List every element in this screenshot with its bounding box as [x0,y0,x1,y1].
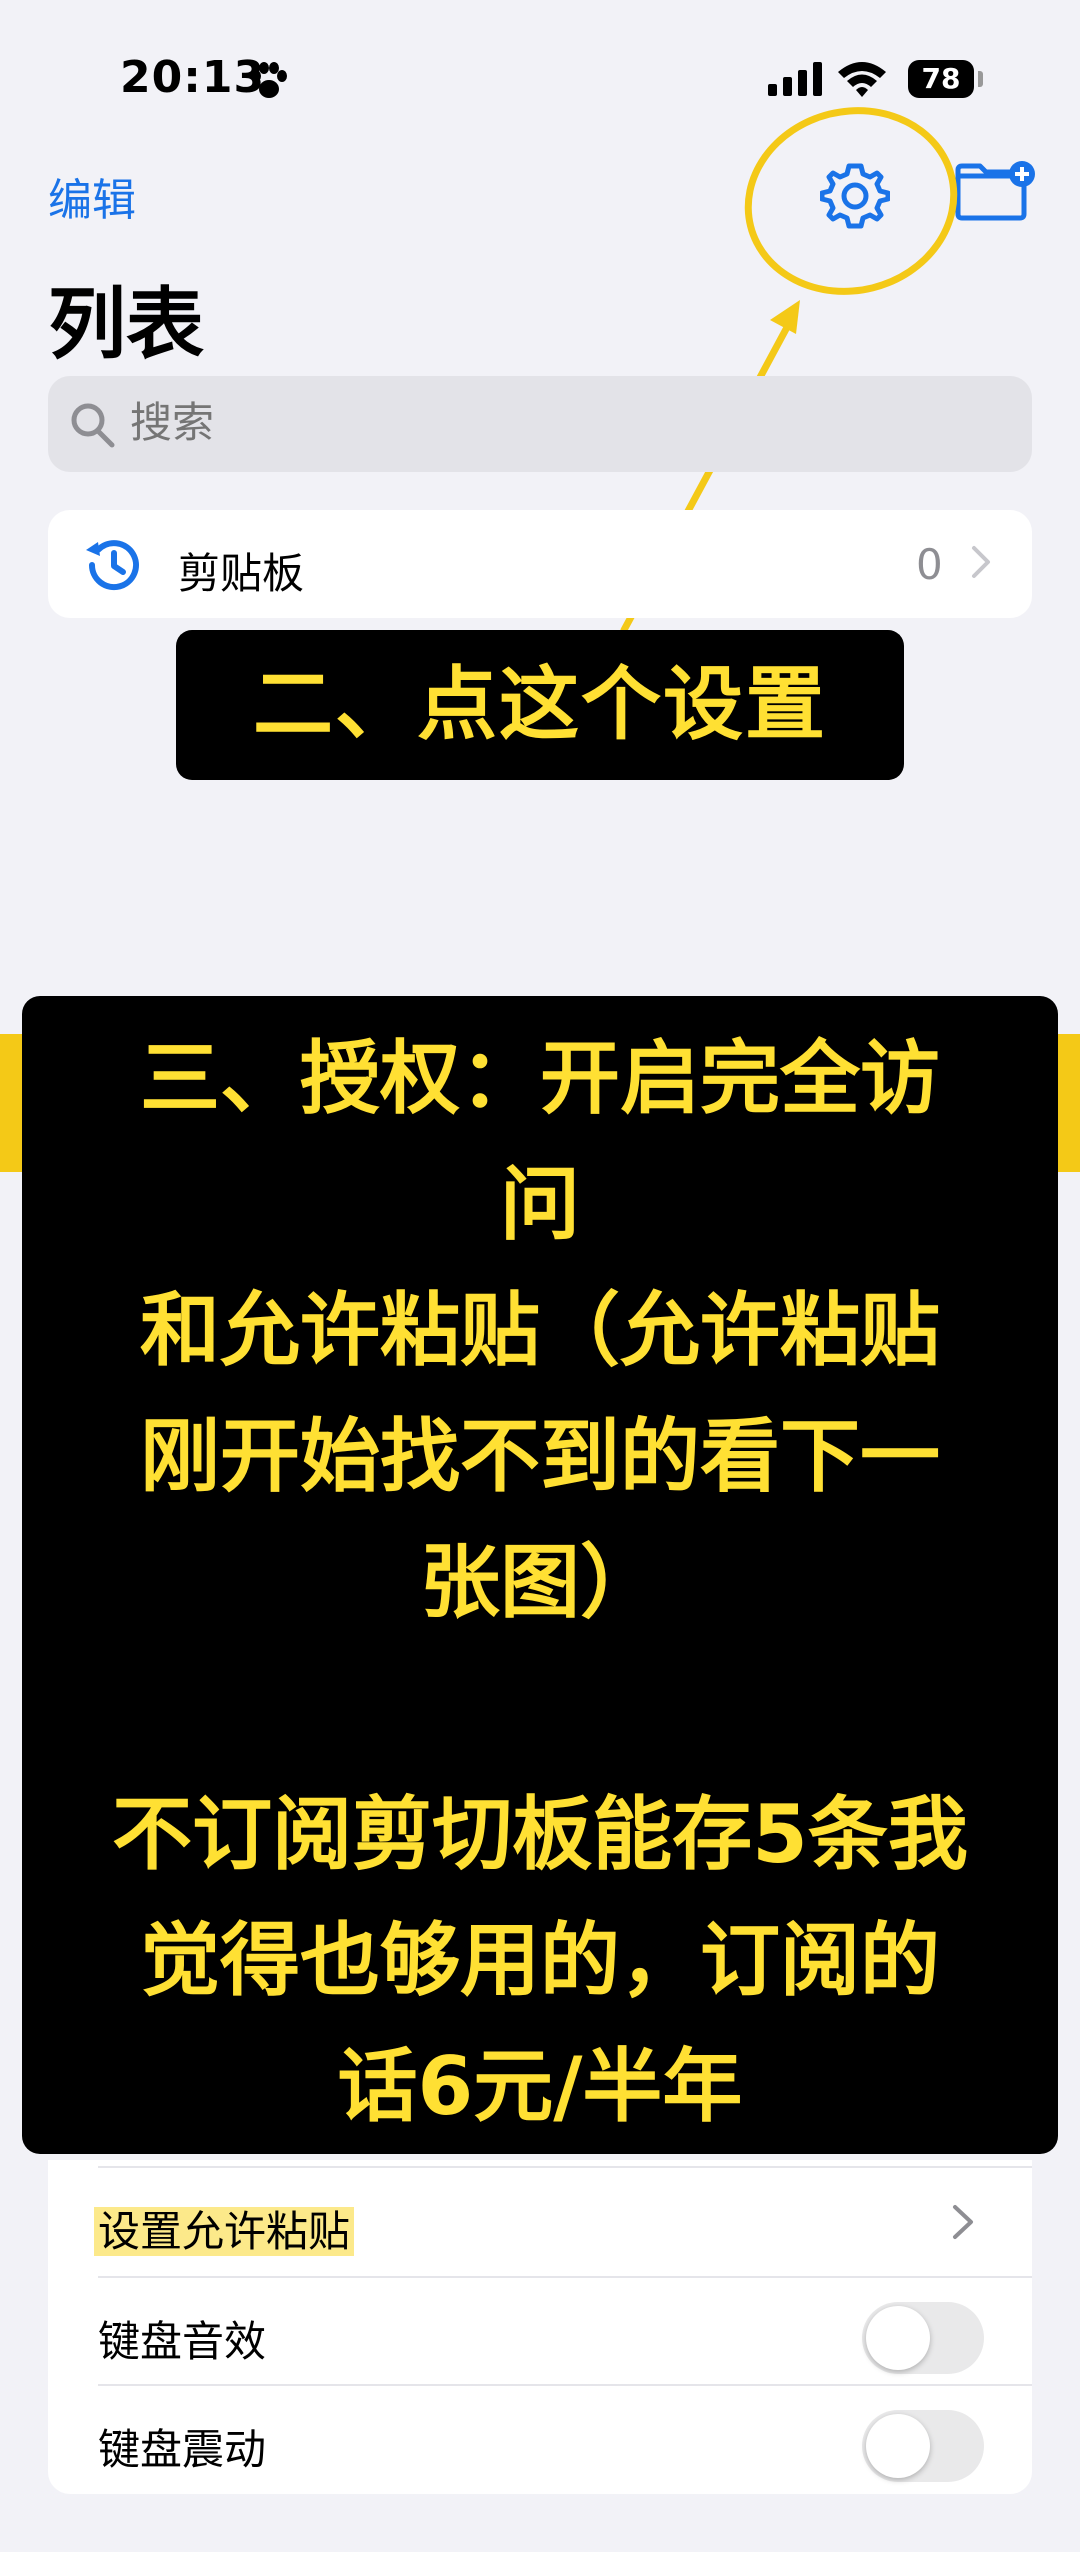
search-bar[interactable] [48,376,1032,472]
signal-icon [768,62,822,96]
highlight-strip-right [1058,1034,1080,1172]
setting-allow-paste[interactable]: 设置允许粘贴 [48,2168,1032,2276]
annotation-step3: 三、授权：开启完全访 问 和允许粘贴（允许粘贴 刚开始找不到的看下一 张图） 不… [22,996,1058,2154]
annotation-line: 话6元/半年 [337,2040,743,2133]
chevron-right-icon [972,546,990,578]
search-icon [71,403,115,448]
folder-add-icon[interactable] [954,160,1038,222]
list-item-count: 0 [916,540,943,589]
annotation-line: 三、授权：开启完全访 [140,1032,940,1125]
setting-label: 键盘音效 [98,2317,267,2366]
history-icon [86,540,139,591]
chevron-right-icon [953,2205,973,2239]
toggle-knob [866,2306,930,2370]
highlight-strip-left [0,1034,22,1172]
battery-tip [978,71,983,87]
toggle-knob [866,2414,930,2478]
annotation-line: 觉得也够用的，订阅的 [140,1914,940,2007]
keyboard-sound-toggle[interactable] [862,2302,984,2374]
status-time: 20:13 [120,52,266,103]
page-title: 列表 [48,280,205,370]
annotation-line: 问 [500,1158,580,1251]
setting-label: 设置允许粘贴 [94,2207,355,2256]
paw-icon [251,62,287,98]
annotation-step2: 二、点这个设置 [176,630,904,780]
battery-indicator: 78 [908,60,974,98]
annotation-line: 不订阅剪切板能存5条我 [112,1788,968,1881]
search-input[interactable] [130,398,730,447]
list-item-clipboard[interactable]: 剪贴板 0 [48,510,1032,618]
setting-keyboard-sound: 键盘音效 [48,2278,1032,2386]
annotation-line: 张图） [420,1536,660,1629]
setting-label: 键盘震动 [98,2425,267,2474]
annotation-line: 和允许粘贴（允许粘贴 [140,1284,940,1377]
keyboard-vibration-toggle[interactable] [862,2410,984,2482]
wifi-icon [838,62,886,97]
annotation-line: 刚开始找不到的看下一 [140,1410,940,1503]
setting-keyboard-vibration: 键盘震动 [48,2386,1032,2494]
settings-card: 设置允许粘贴 键盘音效 键盘震动 [48,2160,1032,2494]
list-item-label: 剪贴板 [178,549,305,598]
edit-button[interactable]: 编辑 [48,164,136,228]
